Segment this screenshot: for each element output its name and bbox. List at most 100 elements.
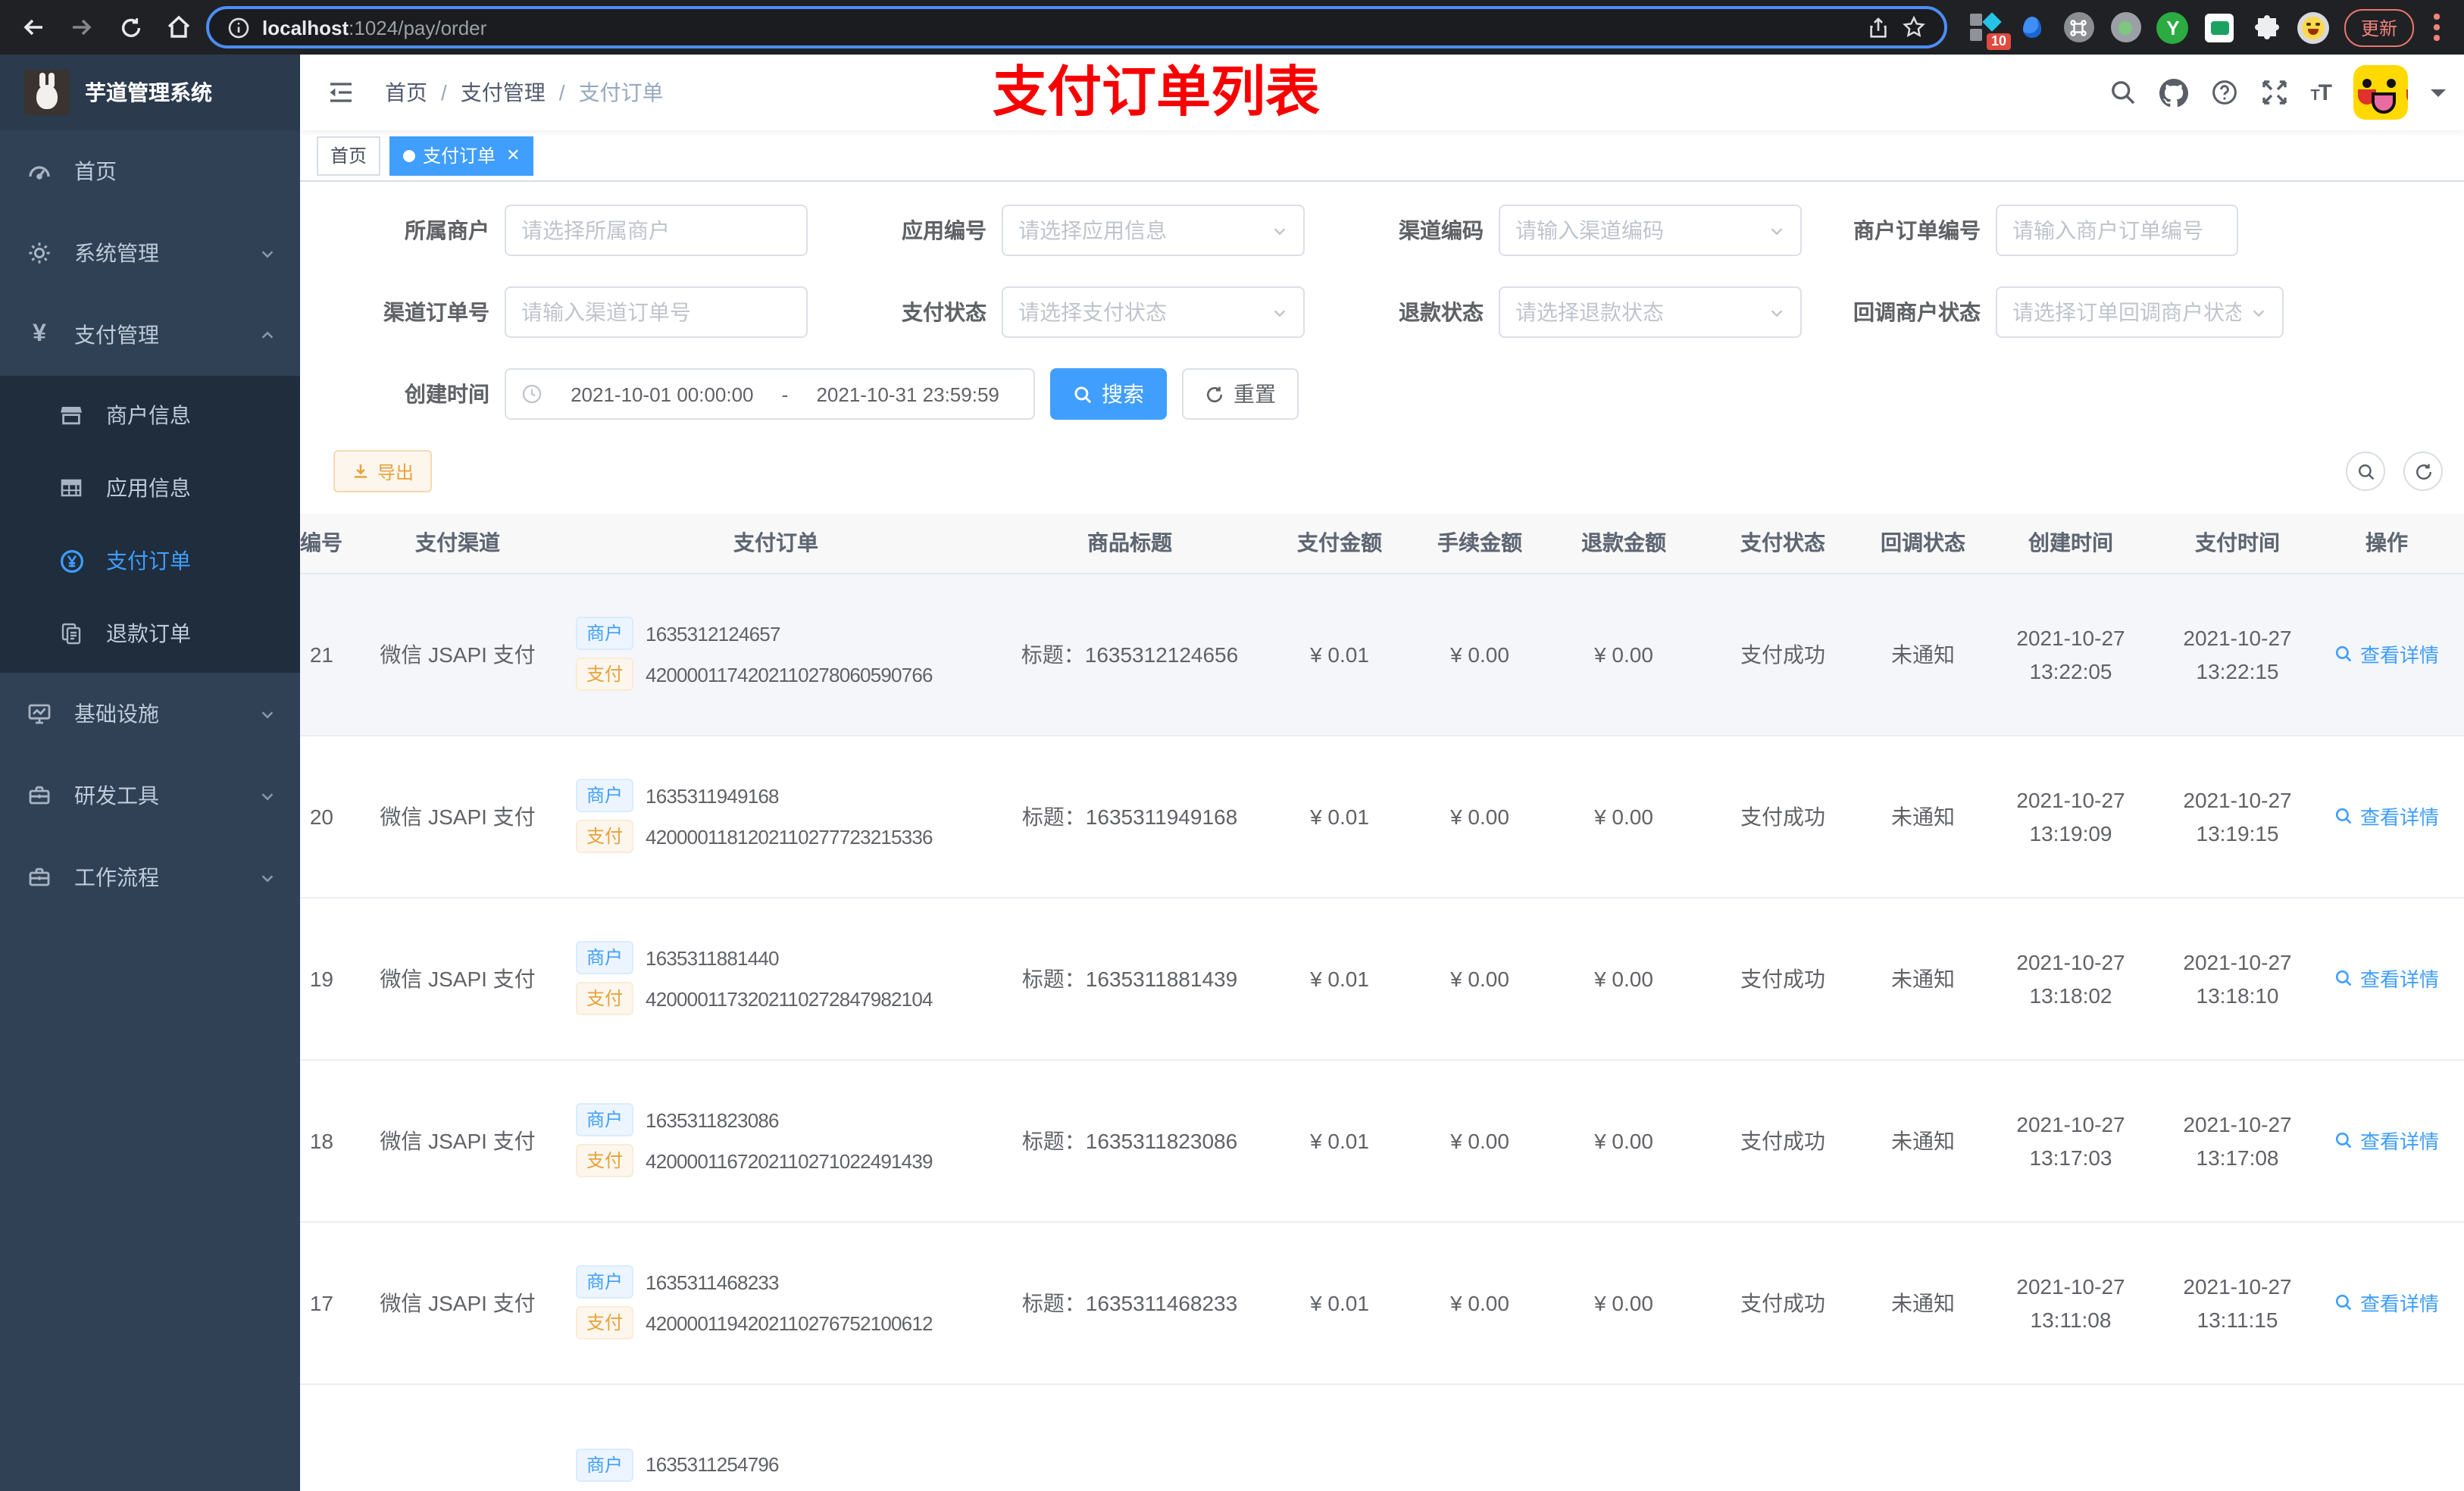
cell-created-time: [1976, 1383, 2165, 1491]
order-type-tag: 商户: [576, 617, 634, 650]
page-content: 所属商户 请选择所属商户 应用编号 请选择应用信息 渠道编码 请输入渠道编码 商…: [300, 182, 2464, 1491]
view-detail-link[interactable]: 查看详情: [2334, 639, 2439, 668]
channel-order-no-input[interactable]: 请输入渠道订单号: [505, 286, 808, 338]
view-detail-link[interactable]: 查看详情: [2334, 1288, 2439, 1317]
cell-pay-status: 支付成功: [1696, 735, 1870, 898]
share-icon[interactable]: [1867, 16, 1890, 39]
breadcrumb-pay[interactable]: 支付管理: [461, 77, 546, 108]
extension-dot-icon[interactable]: [2109, 11, 2143, 44]
cell-channel: 微信 JSAPI 支付: [352, 1059, 564, 1222]
cell-refund: ¥ 0.00: [1552, 573, 1696, 736]
sidebar-item-pay[interactable]: ¥ 支付管理: [0, 294, 300, 376]
order-type-tag: 商户: [576, 941, 634, 974]
breadcrumb-home[interactable]: 首页: [385, 77, 427, 108]
search-button[interactable]: 搜索: [1050, 368, 1167, 420]
address-bar[interactable]: localhost:1024/pay/order: [206, 6, 1947, 48]
filter-refund-status: 退款状态 请选择退款状态: [1341, 286, 1802, 338]
cell-title: 标题：1635312124656: [988, 573, 1271, 736]
github-icon[interactable]: [2159, 78, 2188, 107]
top-navbar: 首页 / 支付管理 / 支付订单 支付订单列表 TT: [300, 55, 2464, 130]
logo-image: [24, 70, 70, 115]
tab-label: 支付订单: [423, 145, 496, 167]
browser-reload-icon[interactable]: [109, 6, 152, 48]
extensions-puzzle-icon[interactable]: [2250, 11, 2284, 44]
column-header: 回调状态: [1870, 514, 1976, 574]
pay-status-select[interactable]: 请选择支付状态: [1002, 286, 1305, 338]
sidebar-item-devtools[interactable]: 研发工具: [0, 755, 300, 836]
cell-action: 查看详情: [2309, 1059, 2464, 1222]
extensions-row: 10 Y 更新: [1953, 8, 2452, 50]
user-avatar[interactable]: [2353, 65, 2408, 120]
merchant-input[interactable]: 请选择所属商户: [505, 205, 808, 256]
order-type-tag: 商户: [576, 1448, 634, 1481]
update-button[interactable]: 更新: [2344, 8, 2414, 46]
browser-menu-icon[interactable]: [2434, 14, 2440, 41]
cell-pay-order: 商户 1635311881440 支付 42000011732021102728479…: [564, 897, 988, 1060]
close-icon[interactable]: ✕: [506, 145, 520, 165]
sidebar-item-label: 基础设施: [74, 702, 159, 726]
sidebar-toggle-icon[interactable]: [318, 70, 364, 115]
tab-home[interactable]: 首页: [317, 136, 381, 175]
extension-grid-icon[interactable]: 10: [1968, 11, 2011, 50]
sidebar-item-workflow[interactable]: 工作流程: [0, 836, 300, 918]
channel-code-select[interactable]: 请输入渠道编码: [1499, 205, 1802, 256]
sidebar-item-label: 退款订单: [106, 621, 191, 645]
order-number: 1635311468233: [646, 1271, 779, 1293]
help-icon[interactable]: [2210, 79, 2237, 106]
profile-avatar[interactable]: [2297, 11, 2331, 44]
sidebar-item-infra[interactable]: 基础设施: [0, 673, 300, 755]
search-icon[interactable]: [2109, 79, 2136, 106]
avatar-caret-icon[interactable]: [2431, 89, 2446, 104]
tab-pay-order[interactable]: 支付订单 ✕: [389, 136, 534, 175]
browser-back-icon[interactable]: [12, 6, 55, 48]
cell-paid-time: 2021-10-27 13:17:08: [2165, 1059, 2309, 1222]
cell-id: 19: [300, 897, 352, 1060]
table-row: 20 微信 JSAPI 支付 商户 1635311949168 支付 4200001181…: [300, 735, 2464, 898]
font-size-icon[interactable]: TT: [2310, 80, 2332, 105]
extension-y-icon[interactable]: Y: [2156, 11, 2190, 44]
bookmark-star-icon[interactable]: [1902, 15, 1926, 39]
view-detail-link[interactable]: 查看详情: [2334, 1126, 2439, 1155]
browser-forward-icon[interactable]: [61, 6, 103, 48]
toggle-search-icon[interactable]: [2346, 452, 2385, 491]
sidebar-item-refund-order[interactable]: 退款订单: [0, 597, 300, 670]
refresh-table-icon[interactable]: [2403, 452, 2443, 491]
reset-button[interactable]: 重置: [1182, 368, 1299, 420]
notify-status-select[interactable]: 请选择订单回调商户状态: [1996, 286, 2284, 338]
view-detail-link[interactable]: 查看详情: [2334, 802, 2439, 830]
sidebar-item-pay-order[interactable]: 支付订单: [0, 524, 300, 597]
order-type-tag: 支付: [576, 820, 634, 853]
table-row: 19 微信 JSAPI 支付 商户 1635311881440 支付 4200001173…: [300, 897, 2464, 1060]
app-logo[interactable]: 芋道管理系统: [0, 55, 300, 130]
cell-notify-status: 未通知: [1870, 1221, 1976, 1384]
create-time-range[interactable]: 2021-10-01 00:00:00 - 2021-10-31 23:59:5…: [505, 368, 1035, 420]
chevron-down-icon: [1768, 304, 1785, 320]
merchant-order-no-input[interactable]: 请输入商户订单编号: [1996, 205, 2238, 256]
filter-notify-status: 回调商户状态 请选择订单回调商户状态: [1838, 286, 2284, 338]
fullscreen-icon[interactable]: [2260, 79, 2287, 106]
orders-table: 编号 支付渠道 支付订单 商品标题 支付金额 手续金额 退款金额 支付状态 回调状态 创建时间 支付…: [300, 514, 2464, 1491]
view-detail-link[interactable]: 查看详情: [2334, 964, 2439, 992]
filter-merchant: 所属商户 请选择所属商户: [347, 205, 808, 256]
app-select[interactable]: 请选择应用信息: [1002, 205, 1305, 256]
cell-created-time: 2021-10-27 13:19:09: [1976, 735, 2165, 898]
cell-refund: ¥ 0.00: [1552, 735, 1696, 898]
sidebar-item-app-info[interactable]: 应用信息: [0, 452, 300, 524]
cell-paid-time: 2021-10-27 13:19:15: [2165, 735, 2309, 898]
cell-id: 17: [300, 1221, 352, 1384]
site-info-icon[interactable]: [227, 16, 250, 39]
export-button[interactable]: 导出: [333, 450, 433, 492]
cell-refund: ¥ 0.00: [1552, 897, 1696, 1060]
extension-chat-icon[interactable]: [2203, 11, 2237, 44]
cell-fee: ¥ 0.00: [1408, 573, 1552, 736]
sidebar-item-merchant-info[interactable]: 商户信息: [0, 379, 300, 452]
chevron-down-icon: [1768, 222, 1785, 239]
refund-status-select[interactable]: 请选择退款状态: [1499, 286, 1802, 338]
browser-home-icon[interactable]: [158, 6, 200, 48]
cell-pay-order: 商户 1635311468233 支付 42000011942021102767521…: [564, 1221, 988, 1384]
sidebar-item-home[interactable]: 首页: [0, 130, 300, 212]
cell-action: 查看详情: [2309, 573, 2464, 736]
extension-pin-icon[interactable]: [2015, 11, 2049, 44]
sidebar-item-system[interactable]: 系统管理: [0, 212, 300, 294]
extension-command-icon[interactable]: [2062, 11, 2096, 44]
